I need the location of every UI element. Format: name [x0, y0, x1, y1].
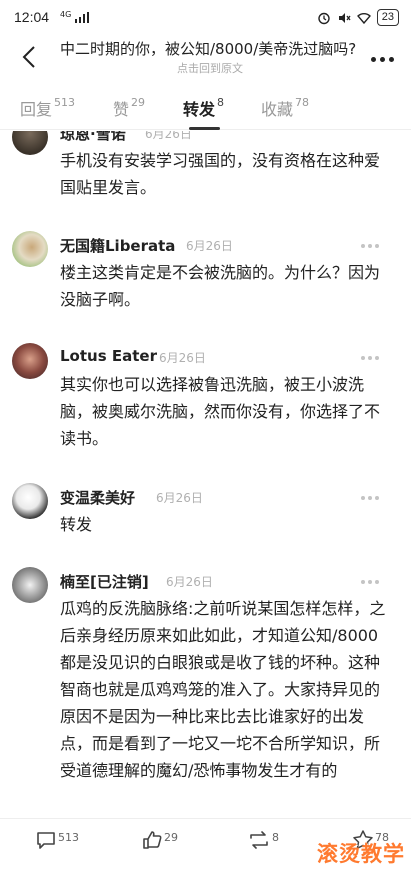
comment-text: 手机没有安装学习强国的，没有资格在这种爱国贴里发言。	[60, 151, 381, 197]
repost-icon	[250, 831, 268, 849]
tab-count: 513	[54, 95, 76, 109]
tab-likes[interactable]: 赞 29	[113, 86, 145, 130]
user-name[interactable]: 变温柔美好	[60, 487, 135, 508]
like-count: 29	[164, 831, 178, 844]
post-date: 6月26日	[156, 491, 203, 505]
watermark-logo: 滚烫教学	[317, 842, 405, 866]
network-label: 4G	[60, 10, 72, 19]
tab-favorites[interactable]: 收藏 78	[261, 86, 309, 130]
comment-text: 瓜鸡的反洗脑脉络:之前听说某国怎样怎样，之后亲身经历原来如此如此，才知道公知/8…	[60, 599, 386, 780]
status-bar: 12:04 4G 23	[0, 0, 411, 34]
tab-label: 收藏	[261, 100, 294, 119]
comment-text: 转发	[60, 515, 93, 534]
avatar[interactable]	[12, 483, 48, 519]
repost-count: 8	[272, 831, 279, 844]
tab-label: 转发	[183, 100, 216, 119]
tab-count: 8	[217, 95, 225, 109]
comment-text: 楼主这类肯定是不会被洗脑的。为什么？因为没脑子啊。	[60, 263, 381, 309]
avatar[interactable]	[12, 131, 48, 155]
comment-text: 其实你也可以选择被鲁迅洗脑，被王小波洗脑，被奥威尔洗脑，然而你没有，你选择了不读…	[60, 375, 381, 448]
signal-icon	[74, 11, 89, 23]
tab-label: 回复	[20, 100, 53, 119]
tab-count: 78	[295, 95, 310, 109]
avatar[interactable]	[12, 231, 48, 267]
more-options-button[interactable]	[367, 44, 397, 74]
more-icon[interactable]	[361, 493, 383, 503]
like-button[interactable]: 29	[141, 829, 178, 863]
avatar[interactable]	[12, 567, 48, 603]
status-time: 12:04	[14, 9, 50, 25]
more-icon[interactable]	[361, 577, 383, 587]
avatar[interactable]	[12, 343, 48, 379]
more-icon[interactable]	[361, 353, 383, 363]
user-name[interactable]: 楠至[已注销]	[60, 571, 149, 592]
network-indicator: 4G	[60, 10, 89, 23]
tab-reposts[interactable]: 转发 8	[183, 86, 224, 130]
tab-label: 赞	[113, 100, 130, 119]
chevron-left-icon	[22, 46, 35, 68]
post-date: 6月26日	[159, 351, 206, 365]
battery-indicator: 23	[376, 9, 399, 26]
header: 中二时期的你，被公知/8000/美帝洗过脑吗? 点击回到原文	[0, 34, 411, 82]
back-button[interactable]	[14, 40, 44, 74]
more-icon[interactable]	[361, 241, 383, 251]
back-to-original-link[interactable]: 点击回到原文	[60, 60, 360, 76]
user-name[interactable]: Lotus Eater	[60, 347, 157, 365]
repost-button[interactable]: 8	[247, 829, 279, 863]
user-name[interactable]: 无国籍Liberata	[60, 235, 175, 256]
thumbs-up-icon	[143, 831, 162, 849]
post-date: 6月26日	[166, 575, 213, 589]
page-title[interactable]: 中二时期的你，被公知/8000/美帝洗过脑吗?	[60, 38, 360, 59]
comment-icon	[37, 832, 55, 849]
tab-count: 29	[131, 95, 146, 109]
status-icons: 23	[317, 9, 399, 26]
mute-icon	[338, 12, 351, 23]
comment-count: 513	[58, 831, 79, 844]
alarm-icon	[318, 12, 330, 24]
post-date: 6月26日	[186, 239, 233, 253]
user-name[interactable]: 琼恩·雪诺	[60, 131, 126, 144]
post-date: 6月26日	[145, 131, 192, 141]
comment-button[interactable]: 513	[35, 829, 79, 863]
tab-replies[interactable]: 回复 513	[20, 86, 75, 130]
tab-bar: 回复 513 赞 29 转发 8 收藏 78	[0, 86, 411, 130]
wifi-icon	[356, 12, 371, 24]
repost-list[interactable]: 琼恩·雪诺 6月26日 手机没有安装学习强国的，没有资格在这种爱国贴里发言。 无…	[0, 131, 411, 816]
